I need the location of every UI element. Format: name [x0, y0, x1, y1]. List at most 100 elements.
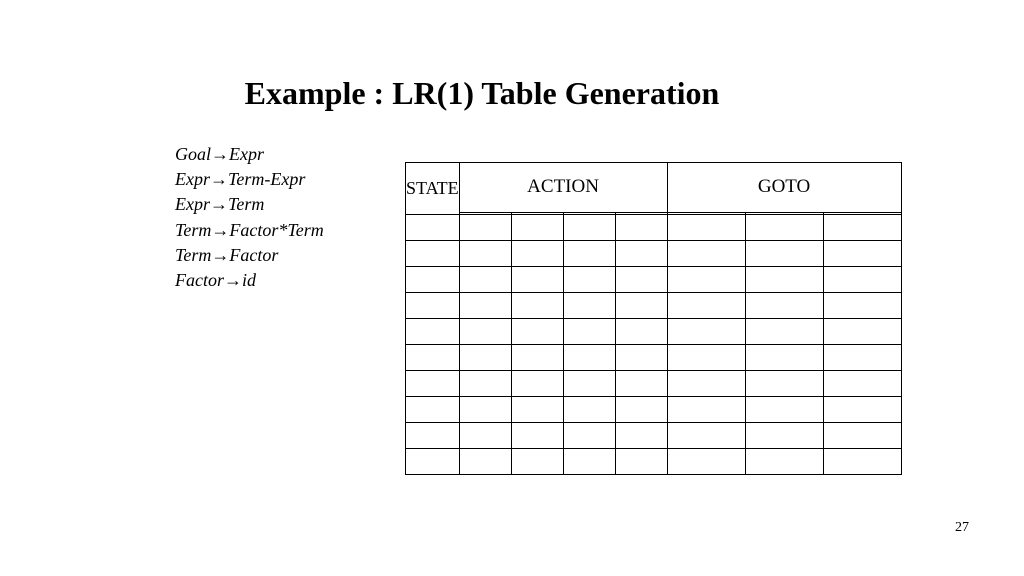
table-cell	[459, 345, 511, 371]
header-state: STATE	[406, 163, 460, 215]
header-goto: GOTO	[667, 163, 901, 213]
table-cell	[459, 241, 511, 267]
table-cell	[563, 267, 615, 293]
table-cell	[823, 449, 901, 475]
table-cell	[511, 319, 563, 345]
table-cell	[406, 449, 460, 475]
table-cell	[745, 267, 823, 293]
table-cell	[615, 215, 667, 241]
table-cell	[823, 319, 901, 345]
table-cell	[459, 423, 511, 449]
table-row	[406, 267, 902, 293]
table-cell	[459, 267, 511, 293]
table-cell	[667, 345, 745, 371]
table-cell	[563, 397, 615, 423]
slide-title: Example : LR(1) Table Generation	[90, 0, 874, 142]
table-cell	[511, 449, 563, 475]
grammar-rule: Goal→Expr	[175, 142, 395, 167]
table-cell	[563, 423, 615, 449]
table-cell	[406, 293, 460, 319]
table-row	[406, 345, 902, 371]
table-cell	[563, 371, 615, 397]
table-cell	[823, 215, 901, 241]
header-action: ACTION	[459, 163, 667, 213]
table-cell	[667, 267, 745, 293]
table-cell	[745, 293, 823, 319]
table-cell	[511, 293, 563, 319]
table-cell	[511, 371, 563, 397]
parse-table-container: STATE ACTION GOTO	[405, 162, 902, 475]
table-cell	[615, 241, 667, 267]
table-cell	[745, 371, 823, 397]
table-cell	[615, 449, 667, 475]
table-cell	[459, 215, 511, 241]
grammar-rule: Term→Factor	[175, 243, 395, 268]
table-cell	[459, 319, 511, 345]
table-cell	[745, 449, 823, 475]
table-row	[406, 319, 902, 345]
table-row	[406, 397, 902, 423]
grammar-rule: Term→Factor*Term	[175, 218, 395, 243]
table-cell	[745, 423, 823, 449]
table-row	[406, 371, 902, 397]
table-cell	[823, 371, 901, 397]
table-cell	[459, 449, 511, 475]
table-cell	[745, 345, 823, 371]
table-cell	[459, 293, 511, 319]
table-row	[406, 241, 902, 267]
table-cell	[823, 423, 901, 449]
table-cell	[563, 319, 615, 345]
table-cell	[745, 319, 823, 345]
table-cell	[745, 215, 823, 241]
table-cell	[615, 293, 667, 319]
table-cell	[459, 371, 511, 397]
table-cell	[511, 345, 563, 371]
table-cell	[406, 345, 460, 371]
table-cell	[667, 423, 745, 449]
table-cell	[511, 241, 563, 267]
table-cell	[615, 423, 667, 449]
slide-content: Goal→ExprExpr→Term-ExprExpr→TermTerm→Fac…	[0, 142, 1024, 475]
table-cell	[563, 241, 615, 267]
table-cell	[406, 319, 460, 345]
table-cell	[511, 215, 563, 241]
table-row	[406, 215, 902, 241]
table-cell	[406, 371, 460, 397]
table-row	[406, 293, 902, 319]
table-cell	[511, 397, 563, 423]
table-cell	[823, 345, 901, 371]
table-row	[406, 423, 902, 449]
grammar-rule: Expr→Term-Expr	[175, 167, 395, 192]
table-cell	[745, 397, 823, 423]
table-cell	[406, 397, 460, 423]
table-cell	[823, 397, 901, 423]
table-cell	[563, 293, 615, 319]
table-cell	[667, 397, 745, 423]
table-cell	[511, 267, 563, 293]
table-header-row: STATE ACTION GOTO	[406, 163, 902, 213]
table-cell	[667, 319, 745, 345]
table-cell	[563, 215, 615, 241]
table-cell	[823, 267, 901, 293]
table-row	[406, 449, 902, 475]
table-cell	[615, 345, 667, 371]
table-cell	[563, 345, 615, 371]
parse-table: STATE ACTION GOTO	[405, 162, 902, 475]
table-cell	[667, 215, 745, 241]
grammar-rule: Expr→Term	[175, 192, 395, 217]
table-cell	[563, 449, 615, 475]
table-cell	[823, 241, 901, 267]
table-cell	[406, 423, 460, 449]
table-cell	[615, 319, 667, 345]
table-cell	[823, 293, 901, 319]
table-cell	[615, 267, 667, 293]
table-cell	[667, 371, 745, 397]
table-cell	[406, 215, 460, 241]
grammar-rule: Factor→id	[175, 268, 395, 293]
table-cell	[406, 241, 460, 267]
table-cell	[667, 449, 745, 475]
table-cell	[667, 293, 745, 319]
table-cell	[615, 397, 667, 423]
table-cell	[459, 397, 511, 423]
table-cell	[511, 423, 563, 449]
